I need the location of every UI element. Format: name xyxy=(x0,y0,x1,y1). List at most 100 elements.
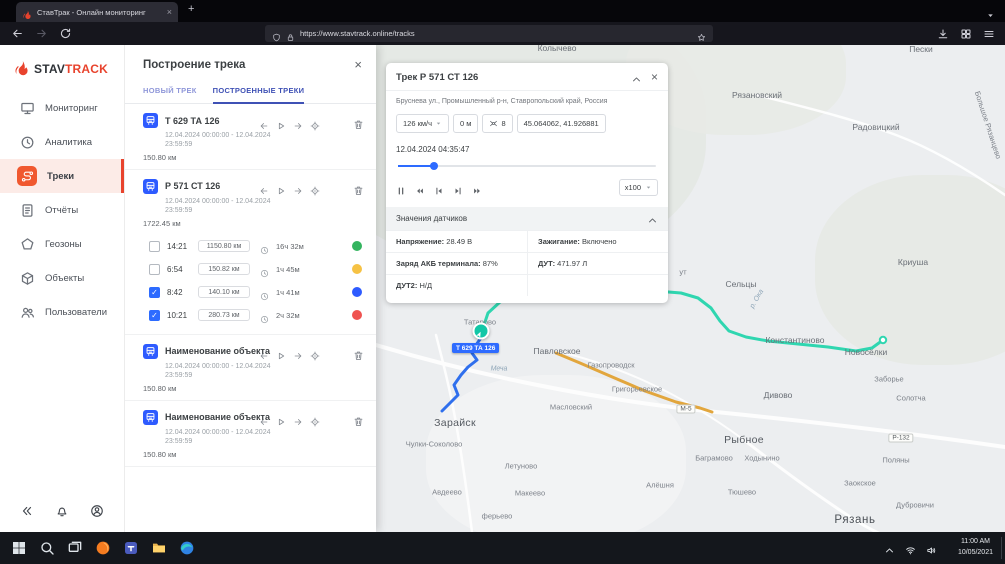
notifications-bell-icon[interactable] xyxy=(55,504,69,518)
track-play-button[interactable] xyxy=(276,348,286,358)
tab-built-tracks[interactable]: ПОСТРОЕННЫЕ ТРЕКИ xyxy=(213,80,305,104)
sidebar-item-cube[interactable]: Объекты xyxy=(0,261,124,295)
track-locate-button[interactable] xyxy=(310,118,320,128)
timeline-slider[interactable] xyxy=(398,162,656,170)
tab-close-icon[interactable]: × xyxy=(167,7,172,17)
tab-new-track[interactable]: НОВЫЙ ТРЕК xyxy=(143,80,197,103)
show-desktop-button[interactable] xyxy=(1001,537,1005,559)
tracks-panel-close-icon[interactable]: × xyxy=(354,58,362,71)
tray-expand-chevron-icon[interactable] xyxy=(884,543,895,554)
logo-text-track: TRACK xyxy=(65,62,108,76)
track-play-button[interactable] xyxy=(276,414,286,424)
taskbar-edge-button[interactable] xyxy=(178,540,195,557)
step-back-button[interactable] xyxy=(434,183,444,193)
bookmark-star-icon[interactable] xyxy=(697,29,706,38)
track-forward-button[interactable] xyxy=(293,183,303,193)
track-locate-button[interactable] xyxy=(310,348,320,358)
track-forward-button[interactable] xyxy=(293,414,303,424)
sensors-collapse-chevron-icon[interactable] xyxy=(647,213,658,224)
segment-checkbox[interactable] xyxy=(149,241,160,252)
track-back-button[interactable] xyxy=(259,118,269,128)
sensors-header[interactable]: Значения датчиков xyxy=(386,207,668,230)
pause-button[interactable] xyxy=(396,183,406,193)
taskbar-task-view-button[interactable] xyxy=(66,540,83,557)
segment-row[interactable]: ✓ 8:42 140.10 км 1ч 41м xyxy=(125,281,376,304)
taskbar-search-button[interactable] xyxy=(38,540,55,557)
rewind-button[interactable] xyxy=(415,183,425,193)
track-item[interactable]: Наименование объекта 12.04.2024 00:00:00… xyxy=(125,401,376,466)
profile-icon[interactable] xyxy=(90,504,104,518)
back-button[interactable] xyxy=(11,27,24,40)
segment-checkbox[interactable] xyxy=(149,264,160,275)
vehicle-type-icon xyxy=(143,410,158,425)
track-back-button[interactable] xyxy=(259,414,269,424)
track-play-button[interactable] xyxy=(276,183,286,193)
map[interactable]: КолычевоПескиРязановскийРадовицкийБольшо… xyxy=(376,45,1005,532)
sidebar-item-geofence[interactable]: Геозоны xyxy=(0,227,124,261)
segment-checkbox[interactable]: ✓ xyxy=(149,310,160,321)
sensor-cell: Заряд АКБ терминала: 87% xyxy=(386,252,527,274)
download-icon[interactable] xyxy=(937,27,949,39)
new-tab-button[interactable]: + xyxy=(188,3,194,15)
taskbar-teams-button[interactable] xyxy=(122,540,139,557)
taskbar: 11:00 AM 10/05/2021 xyxy=(0,532,1005,564)
volume-icon[interactable] xyxy=(926,543,937,554)
map-label: Солотча xyxy=(896,394,925,403)
fast-forward-button[interactable] xyxy=(472,183,482,193)
map-label: Сельцы xyxy=(726,279,757,289)
sidebar-item-monitor[interactable]: Мониторинг xyxy=(0,91,124,125)
sidebar-item-route[interactable]: Треки xyxy=(0,159,124,193)
track-back-button[interactable] xyxy=(259,348,269,358)
track-play-button[interactable] xyxy=(276,118,286,128)
lock-icon[interactable] xyxy=(286,29,295,38)
track-item[interactable]: Р 571 СТ 126 12.04.2024 00:00:00 - 12.04… xyxy=(125,170,376,235)
track-locate-button[interactable] xyxy=(310,183,320,193)
sidebar-item-users[interactable]: Пользователи xyxy=(0,295,124,329)
sidebar-item-report[interactable]: Отчёты xyxy=(0,193,124,227)
sidebar: STAVTRACK МониторингАналитикаТрекиОтчёты… xyxy=(0,45,125,532)
slider-thumb[interactable] xyxy=(430,162,438,170)
vehicle-label[interactable]: Т 629 ТА 126 xyxy=(452,343,499,353)
sidebar-item-clock[interactable]: Аналитика xyxy=(0,125,124,159)
map-label: Макеево xyxy=(515,489,545,498)
menu-icon[interactable] xyxy=(983,27,995,39)
tab-list-chevron-icon[interactable] xyxy=(986,7,995,16)
url-text[interactable]: https://www.stavtrack.online/tracks xyxy=(300,29,692,38)
shield-icon[interactable] xyxy=(272,29,281,38)
track-item[interactable]: Наименование объекта 12.04.2024 00:00:00… xyxy=(125,335,376,400)
refresh-button[interactable] xyxy=(59,27,72,40)
track-delete-button[interactable] xyxy=(353,183,364,194)
track-forward-button[interactable] xyxy=(293,348,303,358)
track-delete-button[interactable] xyxy=(353,348,364,359)
segment-row[interactable]: ✓ 10:21 280.73 км 2ч 32м xyxy=(125,304,376,327)
collapse-panel-chevron-icon[interactable] xyxy=(631,72,642,83)
segment-row[interactable]: 6:54 150.82 км 1ч 45м xyxy=(125,258,376,281)
extensions-icon[interactable] xyxy=(960,27,972,39)
wifi-icon[interactable] xyxy=(905,543,916,554)
taskbar-start-button[interactable] xyxy=(10,540,27,557)
speed-box[interactable]: 126 км/ч xyxy=(396,114,449,133)
forward-button[interactable] xyxy=(35,27,48,40)
track-info-close-icon[interactable]: × xyxy=(651,71,658,83)
track-delete-button[interactable] xyxy=(353,117,364,128)
track-back-button[interactable] xyxy=(259,183,269,193)
collapse-sidebar-icon[interactable] xyxy=(20,504,34,518)
sidebar-item-label: Треки xyxy=(47,171,74,182)
segment-row[interactable]: 14:21 1150.80 км 16ч 32м xyxy=(125,235,376,258)
vehicle-marker[interactable] xyxy=(473,323,490,340)
taskbar-clock[interactable]: 11:00 AM 10/05/2021 xyxy=(958,537,993,559)
playback-speed-select[interactable]: x100 xyxy=(619,179,658,196)
step-forward-button[interactable] xyxy=(453,183,463,193)
track-item[interactable]: Т 629 ТА 126 12.04.2024 00:00:00 - 12.04… xyxy=(125,104,376,169)
taskbar-firefox-button[interactable] xyxy=(94,540,111,557)
track-forward-button[interactable] xyxy=(293,118,303,128)
taskbar-explorer-button[interactable] xyxy=(150,540,167,557)
track-locate-button[interactable] xyxy=(310,414,320,424)
sidebar-item-label: Пользователи xyxy=(45,307,107,318)
segment-checkbox[interactable]: ✓ xyxy=(149,287,160,298)
browser-tab[interactable]: СтавТрак - Онлайн мониторинг × xyxy=(16,2,178,22)
track-delete-button[interactable] xyxy=(353,414,364,425)
start-icon xyxy=(11,540,27,556)
clock-time: 11:00 AM xyxy=(958,537,993,548)
url-bar[interactable]: https://www.stavtrack.online/tracks xyxy=(265,25,713,42)
